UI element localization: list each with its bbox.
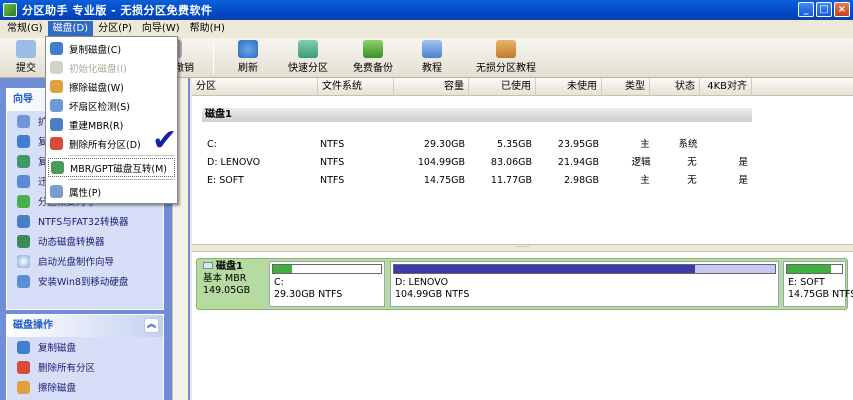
disk-op-delete-all[interactable]: 删除所有分区 [7, 357, 163, 377]
window-controls: _ □ × [798, 2, 850, 17]
boot-cd-icon [17, 254, 30, 268]
close-button[interactable]: × [834, 2, 850, 17]
tutorial-icon [422, 40, 442, 58]
wipe-icon [50, 80, 63, 93]
convert-icon [51, 161, 64, 174]
win8-usb-icon [17, 274, 30, 288]
recovery-icon [17, 194, 30, 208]
menu-copy-disk[interactable]: 复制磁盘(C) [46, 39, 177, 58]
properties-icon [50, 185, 63, 198]
rebuild-icon [50, 118, 63, 131]
disk-info: 磁盘1 基本 MBR 149.05GB [203, 261, 251, 296]
disk-map: 磁盘1 基本 MBR 149.05GB C: 29.30GB NTFS D: L… [192, 252, 853, 400]
disk-menu-dropdown: 复制磁盘(C) 初始化磁盘(I) 擦除磁盘(W) 坏扇区检测(S) 重建MBR(… [45, 36, 178, 204]
title-bar[interactable]: 分区助手 专业版 - 无损分区免费软件 _ □ × [0, 0, 853, 20]
copy-disk-icon [17, 340, 30, 354]
table-row[interactable]: E: SOFT NTFS 14.75GB 11.77GB 2.98GB 主 无 … [192, 172, 853, 190]
usage-bar [272, 264, 382, 274]
quick-partition-button[interactable]: 快速分区 [278, 40, 338, 76]
partition-block-e[interactable]: E: SOFT 14.75GB NTFS [783, 261, 853, 307]
lossless-tutorial-icon [496, 40, 516, 58]
disk-map-row[interactable]: 磁盘1 基本 MBR 149.05GB C: 29.30GB NTFS D: L… [196, 258, 853, 310]
disk-ops-panel-header: 磁盘操作 ︽ [7, 315, 163, 337]
wipe-icon [17, 380, 30, 394]
usage-bar-fill [273, 265, 293, 273]
window-title: 分区助手 专业版 - 无损分区免费软件 [22, 4, 213, 17]
delete-icon [17, 360, 30, 374]
menu-general[interactable]: 常规(G) [2, 21, 48, 37]
checkmark-icon: ✔ [152, 123, 178, 158]
menu-partition[interactable]: 分区(P) [93, 21, 137, 37]
col-partition[interactable]: 分区 [192, 78, 318, 96]
menu-help[interactable]: 帮助(H) [185, 21, 230, 37]
col-free[interactable]: 未使用 [536, 78, 602, 96]
toolbar-separator [213, 44, 214, 74]
partition-block-c[interactable]: C: 29.30GB NTFS [269, 261, 385, 307]
extend-icon [17, 114, 30, 128]
collapse-chevron-icon[interactable]: ︽ [144, 318, 159, 333]
disk-op-wipe[interactable]: 擦除磁盘 [7, 377, 163, 397]
copy-disk-icon [50, 42, 63, 55]
menu-separator [68, 179, 175, 180]
menu-wizard[interactable]: 向导(W) [137, 21, 185, 37]
maximize-button[interactable]: □ [816, 2, 832, 17]
table-row[interactable]: D: LENOVO NTFS 104.99GB 83.06GB 21.94GB … [192, 154, 853, 172]
table-row[interactable]: C: NTFS 29.30GB 5.35GB 23.95GB 主 系统 [192, 136, 853, 154]
col-4k-align[interactable]: 4KB对齐 [700, 78, 752, 96]
usage-bar-fill [394, 265, 695, 273]
col-filesystem[interactable]: 文件系统 [318, 78, 394, 96]
refresh-icon [238, 40, 258, 58]
disk-group-header[interactable]: 磁盘1 [202, 108, 752, 122]
app-icon [3, 3, 17, 17]
wizard-item-win8-usb[interactable]: 安装Win8到移动硬盘 [7, 271, 163, 291]
copy-disk-icon [17, 134, 30, 148]
menu-disk[interactable]: 磁盘(D) [47, 21, 94, 37]
partition-panel: 分区 文件系统 容量 已使用 未使用 类型 状态 4KB对齐 磁盘1 C: NT… [192, 78, 853, 400]
usage-bar [393, 264, 776, 274]
wizard-item-dynamic-disk[interactable]: 动态磁盘转换器 [7, 231, 163, 251]
tutorial-button[interactable]: 教程 [402, 40, 462, 76]
col-type[interactable]: 类型 [602, 78, 650, 96]
col-status[interactable]: 状态 [650, 78, 700, 96]
app-window: 分区助手 专业版 - 无损分区免费软件 _ □ × 常规(G) 磁盘(D) 分区… [0, 0, 853, 400]
dynamic-disk-icon [17, 234, 30, 248]
col-used[interactable]: 已使用 [469, 78, 536, 96]
free-backup-button[interactable]: 免费备份 [343, 40, 403, 76]
menu-properties[interactable]: 属性(P) [46, 182, 177, 201]
commit-icon [16, 40, 36, 58]
refresh-button[interactable]: 刷新 [218, 40, 278, 76]
menu-mbr-gpt-convert[interactable]: MBR/GPT磁盘互转(M) [48, 158, 175, 177]
delete-icon [50, 137, 63, 150]
wizard-item-boot-cd[interactable]: 启动光盘制作向导 [7, 251, 163, 271]
partition-block-d[interactable]: D: LENOVO 104.99GB NTFS [390, 261, 779, 307]
column-header: 分区 文件系统 容量 已使用 未使用 类型 状态 4KB对齐 [192, 78, 853, 96]
init-disk-icon [50, 61, 63, 74]
pane-splitter[interactable]: ······ [192, 244, 853, 252]
menu-init-disk[interactable]: 初始化磁盘(I) [46, 58, 177, 77]
usage-bar [786, 264, 843, 274]
scan-icon [50, 99, 63, 112]
migrate-icon [17, 174, 30, 188]
menu-wipe-disk[interactable]: 擦除磁盘(W) [46, 77, 177, 96]
convert-icon [17, 214, 30, 228]
col-capacity[interactable]: 容量 [394, 78, 469, 96]
wizard-item-ntfs-fat32[interactable]: NTFS与FAT32转换器 [7, 211, 163, 231]
usage-bar-fill [787, 265, 831, 273]
minimize-button[interactable]: _ [798, 2, 814, 17]
copy-partition-icon [17, 154, 30, 168]
disk-ops-panel: 磁盘操作 ︽ 复制磁盘 删除所有分区 擦除磁盘 [6, 314, 164, 400]
backup-icon [363, 40, 383, 58]
menu-bad-sector[interactable]: 坏扇区检测(S) [46, 96, 177, 115]
lossless-tutorial-button[interactable]: 无损分区教程 [466, 40, 546, 76]
disk-icon [203, 262, 213, 269]
disk-op-copy-disk[interactable]: 复制磁盘 [7, 337, 163, 357]
quick-partition-icon [298, 40, 318, 58]
